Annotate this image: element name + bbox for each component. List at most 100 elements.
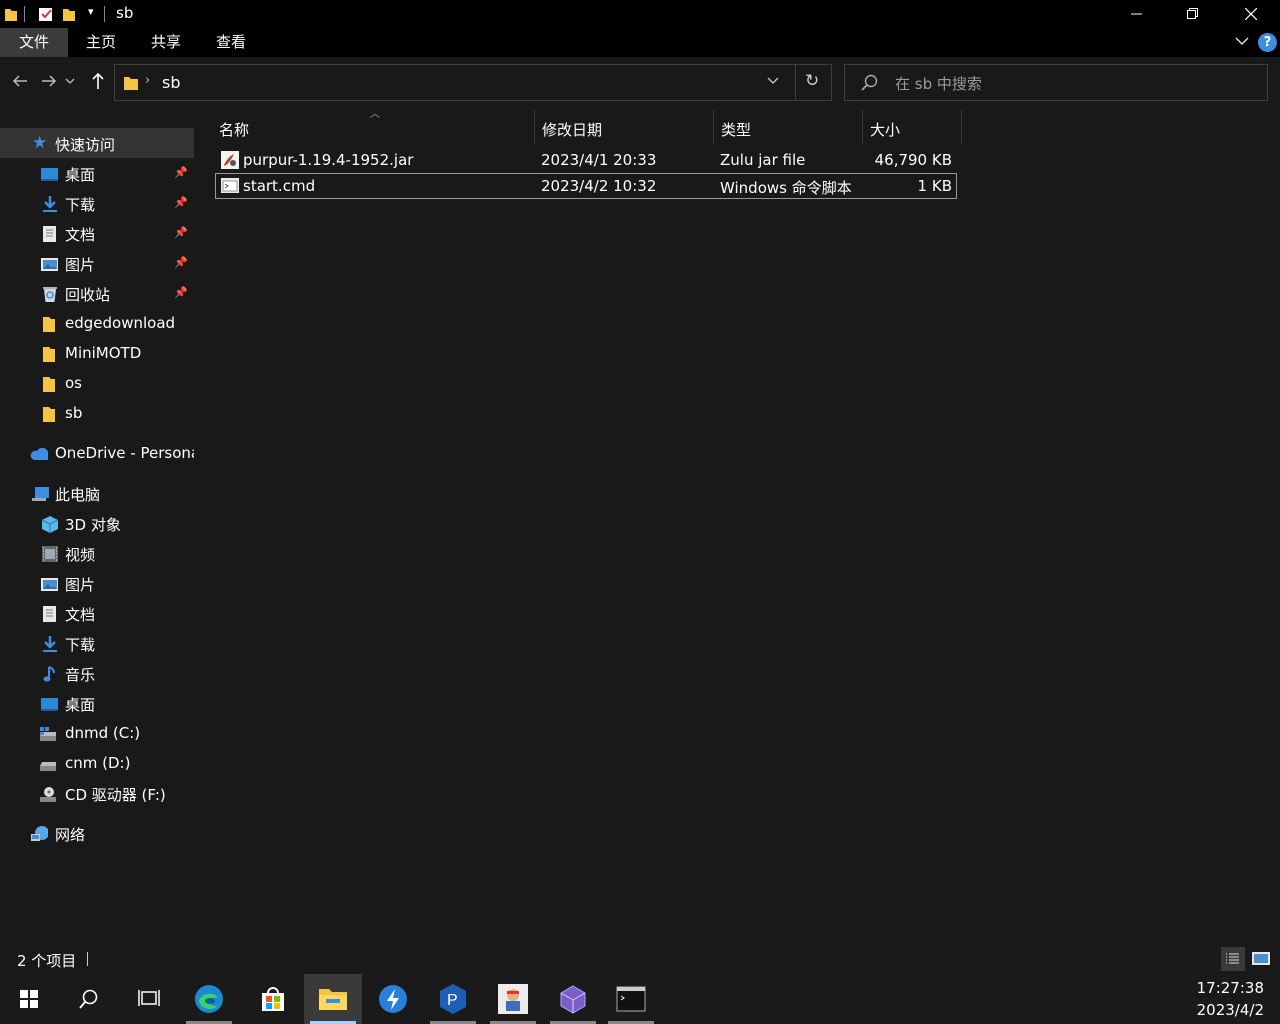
sidebar-item-network[interactable]: 网络 <box>0 818 194 848</box>
sidebar-item-minimotd[interactable]: MiniMOTD <box>0 338 194 368</box>
file-size: 1 KB <box>917 177 952 195</box>
sidebar-item-label: 图片 <box>65 576 96 594</box>
sidebar-item-label: CD 驱动器 (F:) <box>65 786 166 804</box>
new-folder-icon[interactable] <box>62 6 76 22</box>
taskbar-app-file-explorer[interactable] <box>304 974 362 1024</box>
address-dropdown-icon[interactable] <box>767 74 779 86</box>
sidebar-item-this-pc[interactable]: 此电脑 <box>0 478 194 508</box>
restore-button[interactable] <box>1164 0 1222 28</box>
column-header-size[interactable]: 大小 <box>863 110 961 144</box>
breadcrumb-sb[interactable]: sb <box>162 73 181 92</box>
sidebar-item-label: os <box>65 374 82 392</box>
search-box[interactable]: 在 sb 中搜索 <box>844 64 1268 101</box>
file-modified: 2023/4/2 10:32 <box>541 177 657 195</box>
column-divider[interactable] <box>961 110 962 144</box>
task-view-button[interactable] <box>120 974 178 1024</box>
tab-view[interactable]: 查看 <box>200 28 262 57</box>
column-header-label: 名称 <box>219 121 250 139</box>
expand-ribbon-icon[interactable] <box>1235 36 1249 46</box>
up-arrow-icon <box>92 72 104 89</box>
sidebar-item-documents-pc[interactable]: 文档 <box>0 598 194 628</box>
column-header-modified[interactable]: 修改日期 <box>535 110 713 144</box>
file-modified: 2023/4/1 20:33 <box>541 151 657 169</box>
sidebar-item-onedrive[interactable]: OneDrive - Persona <box>0 438 194 468</box>
sidebar-item-label: OneDrive - Persona <box>55 444 194 462</box>
sidebar-item-cd-drive[interactable]: CD 驱动器 (F:) <box>0 778 194 808</box>
onedrive-cloud-icon <box>30 447 48 460</box>
large-icons-view-icon <box>1252 952 1270 965</box>
up-button[interactable] <box>86 69 110 93</box>
sidebar-item-desktop-pc[interactable]: 桌面 <box>0 688 194 718</box>
taskbar-app-edge[interactable] <box>180 974 238 1024</box>
microsoft-store-icon <box>262 987 284 1011</box>
file-row-purpur-jar[interactable]: purpur-1.19.4-1952.jar 2023/4/1 20:33 Zu… <box>215 147 957 173</box>
computer-icon <box>32 487 49 501</box>
recent-locations-button[interactable] <box>62 69 78 93</box>
start-button[interactable] <box>0 974 58 1024</box>
details-view-button[interactable] <box>1221 947 1245 971</box>
music-icon <box>43 666 55 682</box>
forward-button[interactable] <box>37 69 61 93</box>
taskbar-app-store[interactable] <box>244 974 302 1024</box>
folder-icon <box>43 407 55 422</box>
minimize-button[interactable] <box>1108 0 1166 28</box>
sidebar-item-drive-d[interactable]: cnm (D:) <box>0 748 194 778</box>
sidebar-item-videos[interactable]: 视频 <box>0 538 194 568</box>
cube-app-icon <box>560 985 586 1014</box>
sidebar-item-music[interactable]: 音乐 <box>0 658 194 688</box>
close-button[interactable] <box>1222 0 1280 28</box>
sidebar-item-quick-access[interactable]: ★ 快速访问 <box>0 128 194 158</box>
taskbar-app-terminal[interactable] <box>602 974 660 1024</box>
task-view-icon <box>138 990 160 1006</box>
sidebar-item-edgedownload[interactable]: edgedownload <box>0 308 194 338</box>
sidebar-item-documents[interactable]: 文档 📌 <box>0 218 194 248</box>
pin-icon: 📌 <box>174 286 188 299</box>
sidebar-item-3d-objects[interactable]: 3D 对象 <box>0 508 194 538</box>
tab-home[interactable]: 主页 <box>70 28 132 57</box>
column-header-type[interactable]: 类型 <box>714 110 862 144</box>
sidebar-item-drive-c[interactable]: dnmd (C:) <box>0 718 194 748</box>
taskbar-app-avatar[interactable] <box>484 974 542 1024</box>
customize-quick-access-dropdown[interactable]: ▾ <box>88 5 94 18</box>
file-row-start-cmd[interactable]: start.cmd 2023/4/2 10:32 Windows 命令脚本 1 … <box>215 173 957 199</box>
taskbar-app-p[interactable]: P <box>424 974 482 1024</box>
sidebar-item-desktop[interactable]: 桌面 📌 <box>0 158 194 188</box>
item-count: 2 个项目 <box>17 952 77 970</box>
folder-icon <box>43 317 55 332</box>
system-clock[interactable]: 17:27:38 2023/4/2 <box>1197 977 1264 1021</box>
file-explorer-icon <box>319 989 347 1010</box>
sidebar-item-downloads-pc[interactable]: 下载 <box>0 628 194 658</box>
divider <box>87 952 88 966</box>
sidebar-item-label: 桌面 <box>65 166 96 184</box>
sidebar-item-label: 网络 <box>55 826 86 844</box>
help-button[interactable]: ? <box>1258 33 1277 52</box>
lightning-app-icon <box>379 985 407 1013</box>
restore-icon <box>1187 8 1198 19</box>
tab-file[interactable]: 文件 <box>0 28 68 57</box>
search-placeholder: 在 sb 中搜索 <box>895 75 982 93</box>
sidebar-item-label: 文档 <box>65 226 96 244</box>
sidebar-item-downloads[interactable]: 下载 📌 <box>0 188 194 218</box>
sidebar-item-label: cnm (D:) <box>65 754 131 772</box>
back-button[interactable] <box>8 69 32 93</box>
properties-icon[interactable] <box>38 6 54 22</box>
column-header-name[interactable]: 名称 <box>212 110 534 144</box>
taskbar-app-tool[interactable] <box>364 974 422 1024</box>
taskbar-app-cube[interactable] <box>544 974 602 1024</box>
sidebar-item-pictures[interactable]: 图片 📌 <box>0 248 194 278</box>
sidebar-item-recycle-bin[interactable]: 回收站 📌 <box>0 278 194 308</box>
sidebar-item-sb[interactable]: sb <box>0 398 194 428</box>
sidebar-item-label: sb <box>65 404 83 422</box>
tab-share[interactable]: 共享 <box>135 28 197 57</box>
sidebar-item-pictures-pc[interactable]: 图片 <box>0 568 194 598</box>
taskbar-search-button[interactable] <box>60 974 118 1024</box>
sidebar-item-os[interactable]: os <box>0 368 194 398</box>
large-icons-view-button[interactable] <box>1249 947 1273 971</box>
download-icon <box>43 196 57 212</box>
address-bar[interactable]: › sb ↻ <box>114 64 832 101</box>
refresh-icon[interactable]: ↻ <box>805 71 819 91</box>
forward-arrow-icon <box>42 75 57 87</box>
breadcrumb-separator[interactable]: › <box>145 73 150 88</box>
download-icon <box>43 636 57 652</box>
ribbon: 文件 主页 共享 查看 ? <box>0 28 1280 57</box>
